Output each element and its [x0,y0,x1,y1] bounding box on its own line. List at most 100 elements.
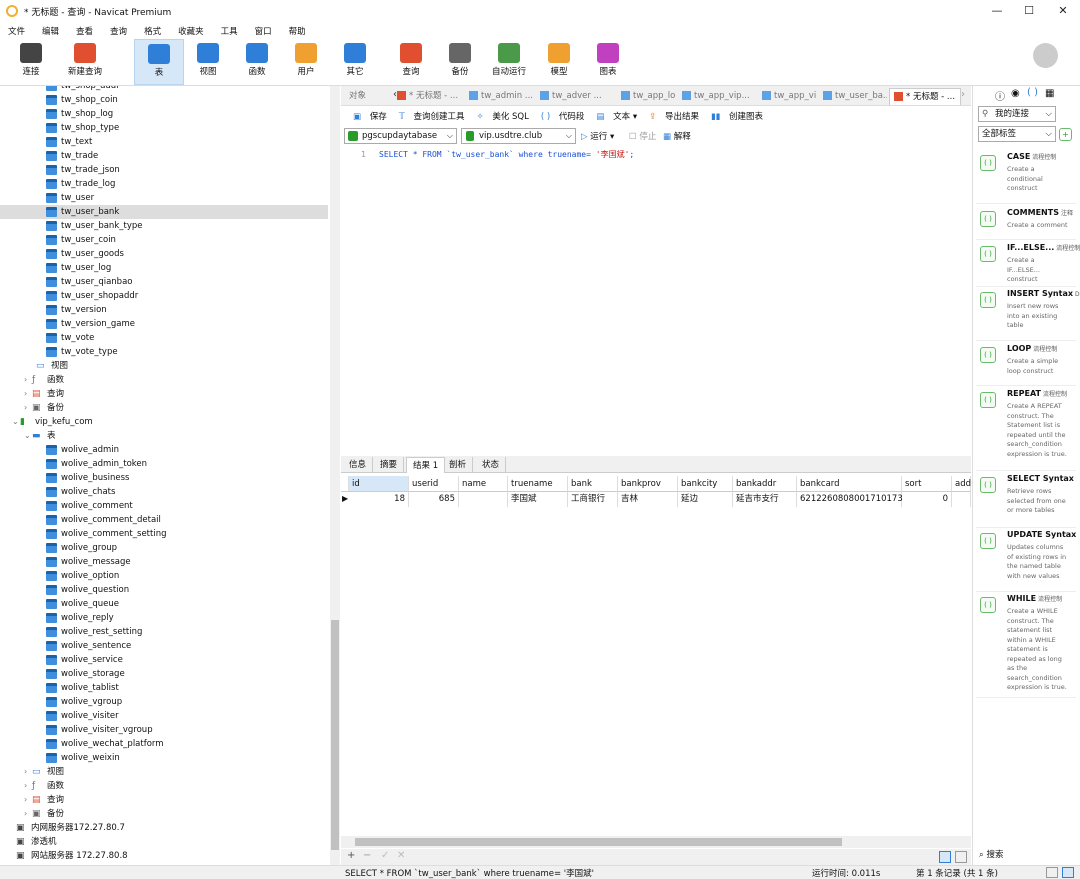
tree-table-item[interactable]: wolive_option [0,569,328,583]
tree-table-item[interactable]: wolive_sentence [0,639,328,653]
menu-help[interactable]: 帮助 [281,25,315,37]
snippet-item[interactable]: ( ) IF...ELSE... 流程控制 Create a IF...ELSE...… [976,243,1080,287]
result-tab[interactable]: 状态 [476,457,507,473]
chevron-icon[interactable]: › [24,387,32,401]
tab-scroll-left-icon[interactable]: ‹ [393,89,397,100]
tree-table-item[interactable]: tw_shop_type [0,121,328,135]
tree-table-item[interactable]: wolive_comment_setting [0,527,328,541]
table-cell[interactable]: 685 [409,492,459,507]
grid-scrollbar-thumb[interactable] [355,838,842,846]
add-record-button[interactable]: + [347,850,355,861]
chevron-icon[interactable]: › [24,401,32,415]
tree-table-item[interactable]: wolive_visiter_vgroup [0,723,328,737]
tree-table-item[interactable]: tw_user_qianbao [0,275,328,289]
eye-icon[interactable]: ◉ [1011,88,1020,99]
tab-scroll-right-icon[interactable]: › [961,89,965,100]
table-cell[interactable] [459,492,508,507]
toolbar-tools-button[interactable]: 其它 [330,39,380,85]
minimize-button[interactable]: — [980,0,1014,22]
snippet-item[interactable]: ( ) REPEAT 流程控制 Create A REPEAT construct. … [976,389,1076,471]
tree-table-item[interactable]: wolive_reply [0,611,328,625]
tree-server[interactable]: ▣ 网站服务器 172.27.80.8 [0,849,328,863]
snippet-item[interactable]: ( ) SELECT Syntax Retrieve rows selected f… [976,474,1076,528]
column-header[interactable]: bank [568,476,618,492]
sql-editor[interactable]: 1 SELECT * FROM `tw_user_bank` where tru… [341,146,971,454]
snippet-item[interactable]: ( ) LOOP 流程控制 Create a simple loop construc… [976,344,1076,386]
table-cell[interactable]: 延边 [678,492,733,507]
result-tab[interactable]: 剖析 [443,457,474,473]
chevron-icon[interactable]: › [24,807,32,821]
tree-table-item[interactable]: tw_vote_type [0,345,328,359]
tree-table-item[interactable]: tw_shop_addr [0,86,328,93]
tree-table-item[interactable]: wolive_visiter [0,709,328,723]
code-snippet-icon[interactable]: ( ) [1027,87,1038,98]
menu-query[interactable]: 查询 [102,25,136,37]
table-cell[interactable]: 吉林 [618,492,678,507]
tree-table-item[interactable]: wolive_message [0,555,328,569]
tree-functions[interactable]: › ƒ 函数 [0,373,328,387]
tree-table-item[interactable]: wolive_tablist [0,681,328,695]
apply-button[interactable]: ✓ [381,850,389,861]
tree-table-item[interactable]: tw_user_goods [0,247,328,261]
tree-server[interactable]: ▣ 渗透机 [0,835,328,849]
snippet-item[interactable]: ( ) INSERT SyntaxDI Insert new rows into a… [976,289,1080,341]
chevron-icon[interactable]: › [24,793,32,807]
tags-select[interactable]: 全部标签 ⌵ [978,126,1056,142]
tree-backups[interactable]: › ▣ 备份 [0,807,328,821]
search-field[interactable]: ⌕ 搜索 [979,848,1003,860]
tree-queries[interactable]: › ▤ 查询 [0,387,328,401]
tree-table-item[interactable]: tw_user_log [0,261,328,275]
tree-table-item[interactable]: wolive_admin_token [0,457,328,471]
tree-table-item[interactable]: wolive_question [0,583,328,597]
chevron-icon[interactable]: ⌄ [12,415,20,429]
tree-table-item[interactable]: tw_trade [0,149,328,163]
tree-table-item[interactable]: wolive_service [0,653,328,667]
menu-edit[interactable]: 编辑 [34,25,68,37]
result-tab[interactable]: 摘要 [374,457,405,473]
chevron-icon[interactable]: › [24,765,32,779]
column-header[interactable]: bankaddr [733,476,797,492]
tree-server[interactable]: ▣ 内网服务器172.27.80.7 [0,821,328,835]
tree-queries[interactable]: › ▤ 查询 [0,793,328,807]
tree-table-item[interactable]: tw_user [0,191,328,205]
text-button[interactable]: ▤ 文本 ▾ [590,110,637,122]
toolbar-new-query-button[interactable]: 新建查询 [60,39,110,85]
tree-table-item[interactable]: tw_shop_log [0,107,328,121]
column-header[interactable]: userid [409,476,459,492]
layout-icon[interactable] [1046,867,1058,878]
my-connections-select[interactable]: ⚲ 我的连接 ⌵ [978,106,1056,122]
tree-table-item[interactable]: wolive_chats [0,485,328,499]
tree-table-item[interactable]: wolive_queue [0,597,328,611]
user-avatar-icon[interactable] [1033,43,1058,68]
table-cell[interactable]: 工商银行 [568,492,618,507]
column-header[interactable]: bankcity [678,476,733,492]
tree-backups[interactable]: › ▣ 备份 [0,401,328,415]
close-button[interactable]: ✕ [1046,0,1080,22]
run-button[interactable]: ▷ 运行 ▾ [581,130,614,142]
chevron-icon[interactable]: ⌄ [24,429,32,443]
tree-table-item[interactable]: wolive_wechat_platform [0,737,328,751]
toolbar-robot-button[interactable]: 自动运行 [484,39,534,85]
column-header[interactable]: truename [508,476,568,492]
tree-table-item[interactable]: wolive_group [0,541,328,555]
tree-table-item[interactable]: wolive_business [0,471,328,485]
grid-icon[interactable]: ▦ [1045,88,1054,99]
tree-database[interactable]: ⌄▮ vip_kefu_com [0,415,328,429]
editor-tab[interactable]: tw_app_vip... [678,88,756,105]
column-header[interactable]: name [459,476,508,492]
sql-code[interactable]: SELECT * FROM `tw_user_bank` where truen… [379,149,634,160]
tree-table-item[interactable]: tw_shop_coin [0,93,328,107]
editor-tab[interactable]: tw_adver ... [536,88,614,105]
snippet-item[interactable]: ( ) CASE 流程控制 Create a conditional construc… [976,152,1076,204]
tree-table-item[interactable]: wolive_admin [0,443,328,457]
toolbar-plug-button[interactable]: 连接 [6,39,56,85]
result-tab[interactable]: 信息 [343,457,374,473]
tree-scrollbar-thumb[interactable] [331,620,339,850]
tree-table-item[interactable]: tw_vote [0,331,328,345]
column-header[interactable]: id [349,476,409,492]
info-icon[interactable]: ⓘ [995,88,1005,103]
table-cell[interactable]: 18 [349,492,409,507]
save-button[interactable]: ▣ 保存 [347,110,387,122]
database-select[interactable]: vip.usdtre.club ⌵ [461,128,576,144]
tree-functions[interactable]: › ƒ 函数 [0,779,328,793]
